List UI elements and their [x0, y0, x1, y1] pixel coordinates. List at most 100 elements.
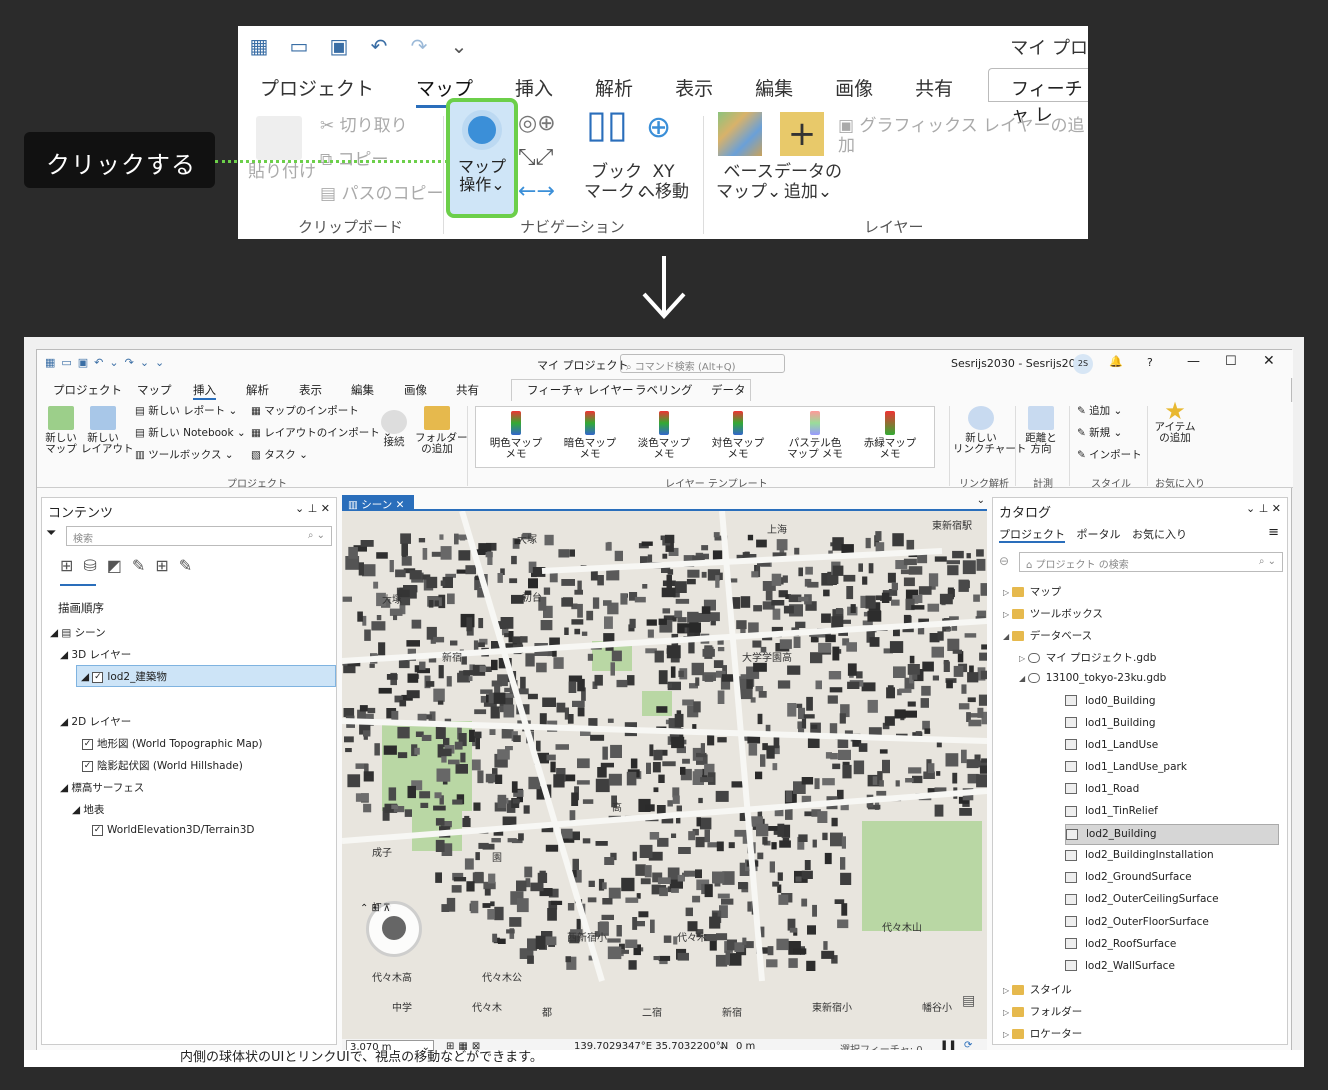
tab-analysis[interactable]: 解析 [246, 382, 269, 398]
tree-hillshade[interactable]: ✓ 陰影起伏図 (World Hillshade) [82, 758, 243, 773]
catalog-tab-portal[interactable]: ポータル [1077, 528, 1121, 541]
scene-map-canvas[interactable]: 大塚大塚上海 東新宿駅成子西新宿小 代々木東新宿代々木代々木高幡谷小初台大学学園高新… [342, 511, 987, 1039]
command-search-input[interactable]: ⌕ コマンド検索 (Alt+Q) [620, 354, 785, 373]
import-map-button[interactable]: ▦ マップのインポート [251, 406, 359, 417]
tab-map[interactable]: マップ [137, 382, 172, 398]
add-folder-button[interactable]: フォルダー の追加 [415, 406, 468, 455]
maximize-button[interactable]: ☐ [1225, 354, 1237, 369]
catalog-tab-project[interactable]: プロジェクト [999, 528, 1065, 543]
help-button[interactable]: ? [1147, 356, 1153, 369]
catalog-feature-class[interactable]: lod1_TinRelief [1065, 805, 1158, 817]
tab-insert[interactable]: 挿入 [515, 74, 573, 108]
catalog-feature-class[interactable]: lod1_Building [1065, 717, 1156, 729]
filter-icon[interactable]: ⏷ [46, 526, 56, 541]
new-layout-button[interactable]: 新しい レイアウト [81, 406, 134, 455]
tab-feature-layer[interactable]: フィーチャ レイヤー [527, 382, 633, 398]
catalog-feature-class[interactable]: lod2_GroundSurface [1065, 871, 1192, 883]
template-pastel[interactable]: パステル色 マップ メモ [782, 411, 848, 460]
tab-labeling[interactable]: ラベリング [635, 382, 693, 398]
undo-icon[interactable]: ↶ [368, 34, 390, 58]
template-dark[interactable]: 暗色マップ メモ [560, 411, 620, 460]
redo-icon[interactable]: ↷ [408, 34, 430, 58]
template-pale[interactable]: 淡色マップ メモ [634, 411, 694, 460]
catalog-item[interactable]: ▷ スタイル [1003, 982, 1072, 997]
tree-scene[interactable]: ◢ ▤ シーン [50, 625, 106, 640]
pane-controls[interactable]: ⌄ ⊥ ✕ [1246, 502, 1281, 518]
catalog-feature-class[interactable]: lod1_LandUse [1065, 739, 1158, 751]
paste-button[interactable]: 貼り付け [248, 162, 316, 182]
toolbox-button[interactable]: ▥ ツールボックス ⌄ [135, 450, 234, 461]
goto-xy-button[interactable]: XY へ移動 [638, 162, 689, 202]
tree-topo-map[interactable]: ✓ 地形図 (World Topographic Map) [82, 736, 263, 751]
catalog-feature-class[interactable]: lod2_OuterFloorSurface [1065, 916, 1209, 928]
close-button[interactable]: ✕ [1263, 353, 1275, 369]
catalog-item[interactable]: ▷ ロケーター [1003, 1026, 1082, 1041]
add-item-favorites-button[interactable]: ★ アイテム の追加 [1151, 399, 1199, 444]
navigator-ball-icon[interactable] [382, 916, 406, 940]
checkbox-terrain[interactable]: ✓ [92, 824, 103, 836]
catalog-feature-class[interactable]: lod1_LandUse_park [1065, 761, 1187, 773]
quick-access-icons[interactable]: ▦▭▣↶⌄↷⌄⌄ [45, 356, 170, 369]
tab-project[interactable]: プロジェクト [260, 74, 394, 108]
catalog-item[interactable]: ◢ データベース [1003, 628, 1092, 643]
add-graphics-layer-button[interactable]: ▣ グラフィックス レイヤーの追加 [838, 116, 1088, 156]
task-button[interactable]: ▧ タスク ⌄ [251, 450, 308, 461]
contents-search-input[interactable]: 検索 ⌕ ⌄ [66, 526, 332, 546]
tree-lod2-building[interactable]: ◢ ✓ lod2_建築物 [76, 665, 336, 687]
tab-edit[interactable]: 編集 [755, 74, 813, 108]
tree-ground[interactable]: ◢ 地表 [72, 802, 104, 817]
map-operation-button[interactable]: マップ 操作⌄ [446, 98, 518, 218]
overview-icon[interactable]: ▤ [962, 993, 975, 1009]
catalog-feature-class[interactable]: lod0_Building [1065, 695, 1156, 707]
avatar[interactable]: 2S [1073, 354, 1093, 374]
new-report-button[interactable]: ▤ 新しい レポート ⌄ [135, 406, 237, 417]
catalog-feature-class[interactable]: lod2_Building [1065, 824, 1279, 846]
navigator-buttons[interactable]: ⌃ ⊞ ⊼ [360, 903, 390, 914]
catalog-feature-class[interactable]: lod2_WallSurface [1065, 960, 1175, 972]
copy-path-button[interactable]: ▤ パスのコピー [320, 184, 443, 204]
new-link-chart-button[interactable]: 新しい リンクチャート [953, 406, 1026, 455]
catalog-feature-class[interactable]: lod2_BuildingInstallation [1065, 849, 1214, 861]
minimize-button[interactable]: — [1187, 354, 1200, 369]
save-icon[interactable]: ▣ [328, 34, 350, 58]
add-data-button[interactable]: データの 追加⌄ [774, 162, 842, 202]
connect-button[interactable]: 接続 [379, 410, 409, 448]
scene-view[interactable]: 大塚 大塚 上海 東新宿駅 成子 西新宿小 代々木 東新宿 代々木 代々木高 幡谷小 初台 大学学園高新… [342, 511, 987, 1039]
catalog-feature-class[interactable]: lod2_RoofSurface [1065, 938, 1176, 950]
open-icon[interactable]: ▭ [288, 34, 310, 58]
basemap-button[interactable]: ベース マップ⌄ [716, 162, 781, 202]
template-red-green[interactable]: 赤緑マップ メモ [860, 411, 920, 460]
catalog-feature-class[interactable]: lod1_Road [1065, 783, 1139, 795]
style-new-button[interactable]: ✎ 新規 ⌄ [1077, 428, 1122, 439]
catalog-menu-icon[interactable]: ≡ [1268, 525, 1279, 540]
tab-view[interactable]: 表示 [299, 382, 322, 398]
tab-imagery[interactable]: 画像 [835, 74, 893, 108]
tab-share[interactable]: 共有 [915, 74, 973, 108]
catalog-search-input[interactable]: ⌂ プロジェクト の検索 ⌕ ⌄ [1019, 552, 1283, 572]
checkbox-hillshade[interactable]: ✓ [82, 760, 93, 772]
back-icon[interactable]: ⊖ [999, 554, 1009, 568]
notification-icon[interactable]: 🔔 [1109, 355, 1123, 368]
checkbox-lod2[interactable]: ✓ [92, 671, 104, 683]
tab-share[interactable]: 共有 [456, 382, 479, 398]
prev-next-extent-icon[interactable]: ←→ [518, 181, 555, 203]
catalog-item[interactable]: ▷ ツールボックス [1003, 606, 1103, 621]
tab-imagery[interactable]: 画像 [404, 382, 427, 398]
tab-view[interactable]: 表示 [675, 74, 733, 108]
catalog-item[interactable]: ▷ フォルダー [1003, 1004, 1082, 1019]
contents-view-icons[interactable]: ⊞⛁◩✎⊞✎ [60, 556, 202, 575]
catalog-feature-class[interactable]: lod2_OuterCeilingSurface [1065, 893, 1219, 905]
style-import-button[interactable]: ✎ インポート [1077, 450, 1142, 461]
new-map-button[interactable]: 新しい マップ [43, 406, 79, 455]
style-add-button[interactable]: ✎ 追加 ⌄ [1077, 406, 1122, 417]
tree-elevation[interactable]: ◢ 標高サーフェス [60, 780, 144, 795]
tree-terrain[interactable]: ✓ WorldElevation3D/Terrain3D [92, 824, 254, 836]
catalog-item[interactable]: ◢ 13100_tokyo-23ku.gdb [1019, 672, 1166, 684]
tab-data[interactable]: データ [711, 382, 746, 398]
new-project-icon[interactable]: ▦ [248, 34, 270, 58]
new-notebook-button[interactable]: ▤ 新しい Notebook ⌄ [135, 428, 246, 439]
tab-insert[interactable]: 挿入 [193, 382, 216, 400]
checkbox-topo[interactable]: ✓ [82, 738, 93, 750]
template-light[interactable]: 明色マップ メモ [486, 411, 546, 460]
catalog-item[interactable]: ▷ マップ [1003, 584, 1061, 599]
